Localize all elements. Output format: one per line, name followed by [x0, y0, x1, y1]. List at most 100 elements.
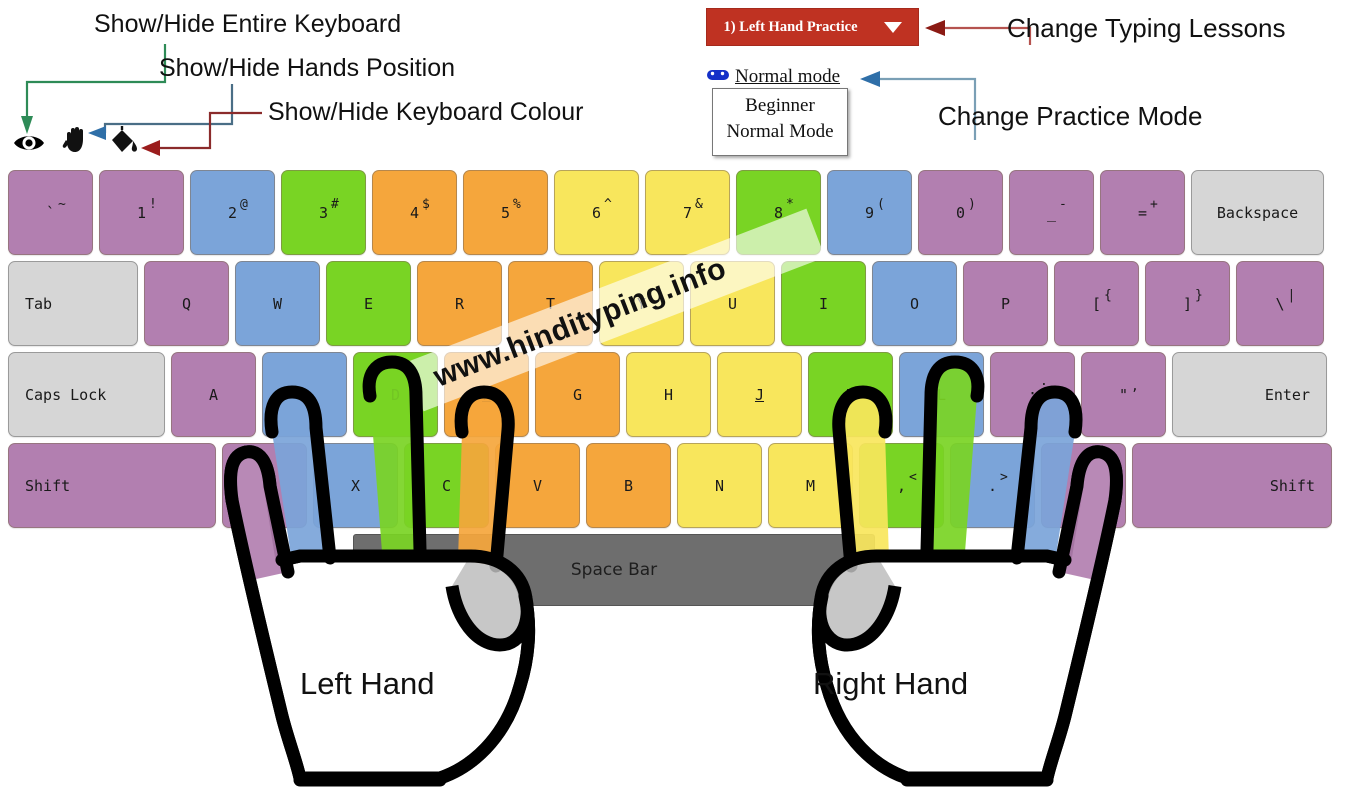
key-b[interactable]: B — [586, 443, 671, 528]
annotation-show-hide-colour: Show/Hide Keyboard Colour — [268, 98, 584, 126]
key-i[interactable]: I — [781, 261, 866, 346]
key-7[interactable]: 7 & — [645, 170, 730, 255]
key-enter[interactable]: Enter — [1172, 352, 1327, 437]
key-label: G — [572, 385, 583, 404]
key-shift[interactable]: Shift — [8, 443, 216, 528]
key-label: C — [441, 476, 452, 495]
key-label: Z — [259, 476, 270, 495]
key-x[interactable]: X — [313, 443, 398, 528]
key-k[interactable]: K — [808, 352, 893, 437]
key-v[interactable]: V — [495, 443, 580, 528]
key-p[interactable]: P — [963, 261, 1048, 346]
key-label: \ | — [1275, 287, 1296, 313]
key-label: X — [350, 476, 361, 495]
key-u[interactable]: U — [690, 261, 775, 346]
key-a[interactable]: A — [171, 352, 256, 437]
key-f[interactable]: F — [444, 352, 529, 437]
key-shift-label: # — [331, 196, 339, 212]
key-label: Space Bar — [570, 560, 658, 580]
key-tab[interactable]: Tab — [8, 261, 138, 346]
eye-icon[interactable] — [12, 126, 46, 160]
key-o[interactable]: O — [872, 261, 957, 346]
key-"[interactable]: ", — [1081, 352, 1166, 437]
key-c[interactable]: C — [404, 443, 489, 528]
key-.[interactable]: . > — [950, 443, 1035, 528]
practice-mode-control[interactable]: Normal mode — [706, 66, 840, 88]
key-n[interactable]: N — [677, 443, 762, 528]
key-1[interactable]: 1! — [99, 170, 184, 255]
key-label: 6 ^ — [591, 196, 612, 222]
key-d[interactable]: D — [353, 352, 438, 437]
key-=[interactable]: = + — [1100, 170, 1185, 255]
key-label: U — [727, 294, 738, 313]
key-shift-label: , — [1131, 378, 1139, 394]
key-4[interactable]: 4 $ — [372, 170, 457, 255]
key-_[interactable]: _ - — [1009, 170, 1094, 255]
practice-mode-option-beginner[interactable]: Beginner — [713, 93, 847, 119]
key-`[interactable]: ` ~ — [8, 170, 93, 255]
key-label: 5% — [500, 196, 521, 222]
right-hand-label: Right Hand — [813, 666, 969, 701]
gamepad-icon — [706, 68, 730, 87]
key-g[interactable]: G — [535, 352, 620, 437]
key-h[interactable]: H — [626, 352, 711, 437]
key-label: N — [714, 476, 725, 495]
key-shift-label: ? — [1091, 469, 1099, 485]
key-y[interactable]: Y — [599, 261, 684, 346]
virtual-keyboard[interactable]: ` ~ 1! 2 @ 3 # 4 $ 5% 6 ^ 7 & 8 * 9(0) _ - = + Backspace Tab Q W… — [8, 170, 1339, 606]
key-label: P — [1000, 294, 1011, 313]
key-label: Shift — [25, 476, 71, 495]
key-label: V — [532, 476, 543, 495]
key-label: Enter — [1264, 385, 1310, 404]
key-8[interactable]: 8 * — [736, 170, 821, 255]
key-0[interactable]: 0) — [918, 170, 1003, 255]
hand-icon[interactable] — [60, 122, 94, 156]
key-label: F — [481, 385, 492, 404]
key-shift-label: ^ — [604, 196, 612, 212]
chevron-down-icon — [883, 21, 902, 33]
key-6[interactable]: 6 ^ — [554, 170, 639, 255]
key-r[interactable]: R — [417, 261, 502, 346]
key-;[interactable]: ;: — [990, 352, 1075, 437]
key-/[interactable]: /? — [1041, 443, 1126, 528]
key-z[interactable]: Z — [222, 443, 307, 528]
key-label: Tab — [25, 294, 53, 313]
annotation-change-mode: Change Practice Mode — [938, 101, 1203, 131]
key-label: I — [818, 294, 829, 313]
key-t[interactable]: T — [508, 261, 593, 346]
key-j[interactable]: J — [717, 352, 802, 437]
practice-mode-value: Normal mode — [735, 66, 841, 87]
key-space-bar[interactable]: Space Bar — [353, 534, 875, 606]
key-q[interactable]: Q — [144, 261, 229, 346]
key-l[interactable]: L — [899, 352, 984, 437]
key-\[interactable]: \ | — [1236, 261, 1324, 346]
key-,[interactable]: , < — [859, 443, 944, 528]
key-3[interactable]: 3 # — [281, 170, 366, 255]
key-label: L — [936, 385, 947, 404]
key-e[interactable]: E — [326, 261, 411, 346]
practice-mode-option-normal[interactable]: Normal Mode — [713, 119, 847, 145]
key-shift[interactable]: Shift — [1132, 443, 1332, 528]
key-][interactable]: ]} — [1145, 261, 1230, 346]
practice-mode-options[interactable]: Beginner Normal Mode — [712, 88, 848, 156]
key-2[interactable]: 2 @ — [190, 170, 275, 255]
key-label: 8 * — [773, 196, 794, 222]
key-shift-label: * — [786, 196, 794, 212]
paint-bucket-icon[interactable] — [108, 124, 142, 158]
key-w[interactable]: W — [235, 261, 320, 346]
key-label: T — [545, 294, 556, 313]
key-shift-label: ( — [877, 196, 885, 212]
key-shift-label: | — [1287, 287, 1296, 303]
key-shift-label: } — [1195, 287, 1203, 303]
typing-lesson-select[interactable]: 1) Left Hand Practice — [706, 8, 919, 46]
key-shift-label: > — [1000, 469, 1008, 485]
key-shift-label: @ — [240, 196, 248, 212]
key-label: ]} — [1182, 287, 1203, 313]
key-9[interactable]: 9( — [827, 170, 912, 255]
key-[[interactable]: [{ — [1054, 261, 1139, 346]
key-5[interactable]: 5% — [463, 170, 548, 255]
key-m[interactable]: M — [768, 443, 853, 528]
key-backspace[interactable]: Backspace — [1191, 170, 1324, 255]
key-s[interactable]: S — [262, 352, 347, 437]
key-caps-lock[interactable]: Caps Lock — [8, 352, 165, 437]
